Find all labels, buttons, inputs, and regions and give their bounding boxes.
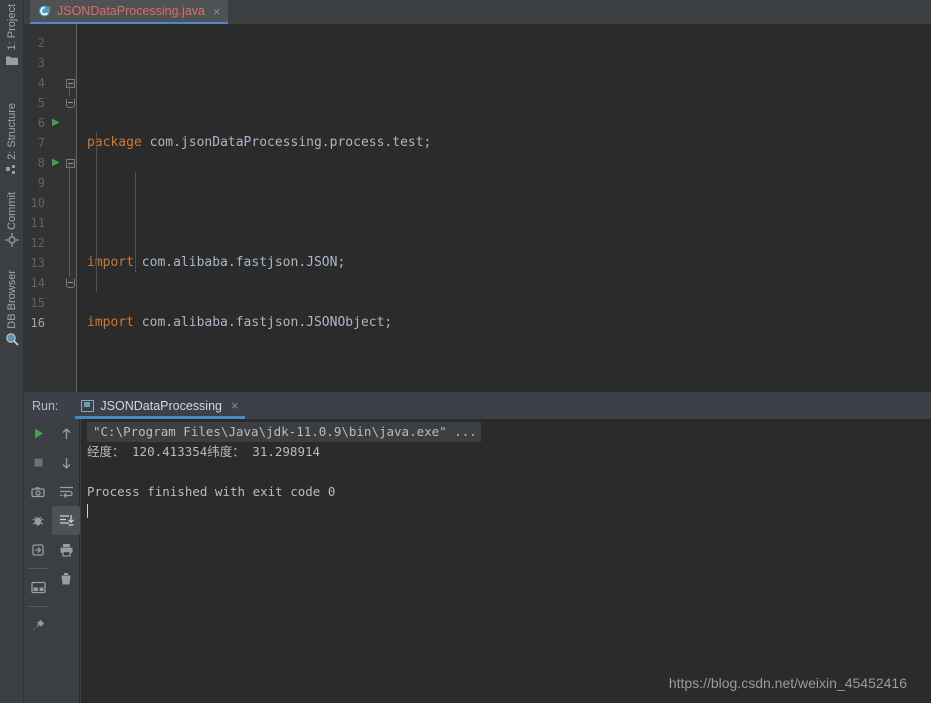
console-line-command: "C:\Program Files\Java\jdk-11.0.9\bin\ja… <box>81 422 931 442</box>
line-number: 14 <box>30 276 45 290</box>
sidebar-item-label: Commit <box>6 192 18 230</box>
fold-icon-method-end[interactable] <box>65 273 76 293</box>
trash-icon <box>59 572 73 586</box>
line-number: 12 <box>30 236 45 250</box>
fold-icon-imports[interactable] <box>65 73 76 93</box>
stop-icon <box>32 456 45 469</box>
console-caret-line <box>81 502 931 522</box>
run-tool-window: Run: JSONDataProcessing × "C:\Program Fi… <box>24 392 931 703</box>
run-class-icon[interactable]: ▶ <box>52 113 62 133</box>
line-number: 9 <box>37 176 45 190</box>
line-number: 5 <box>37 96 45 110</box>
line-number: 10 <box>30 196 45 210</box>
sidebar-item-project[interactable]: 1: Project <box>0 4 24 67</box>
line-number: 11 <box>30 216 45 230</box>
watermark-text: https://blog.csdn.net/weixin_45452416 <box>668 675 907 691</box>
commit-icon <box>5 232 19 247</box>
sidebar-item-label: 2: Structure <box>6 103 18 160</box>
scroll-to-end-button[interactable] <box>52 506 80 535</box>
toolbar-separator <box>28 568 48 569</box>
fold-icon-imports-end[interactable] <box>65 93 76 113</box>
close-icon[interactable]: × <box>228 399 239 412</box>
run-tab-title: JSONDataProcessing <box>100 398 222 413</box>
scroll-to-end-icon <box>59 514 74 527</box>
line-number-current: 16 <box>30 316 45 330</box>
line-number: 2 <box>37 36 45 50</box>
database-browser-icon <box>5 332 19 346</box>
line-number: 4 <box>37 76 45 90</box>
soft-wrap-icon <box>59 485 74 498</box>
run-label: Run: <box>32 398 59 413</box>
editor-tab-bar: JSONDataProcessing.java × <box>24 0 931 24</box>
up-the-stack-trace-button[interactable] <box>52 419 80 448</box>
text-caret <box>87 504 88 518</box>
line-number: 15 <box>30 296 45 310</box>
editor-gutter[interactable]: 2 3 4 5 6 7 8 9 10 11 12 13 14 15 16 ▶ ▶ <box>24 24 77 392</box>
arrow-up-icon <box>60 427 73 441</box>
close-icon[interactable]: × <box>210 5 221 18</box>
code-line-text: package com.jsonDataProcessing.process.t… <box>87 135 432 150</box>
soft-wrap-button[interactable] <box>52 477 80 506</box>
java-class-icon <box>38 4 52 18</box>
pin-icon <box>31 618 46 633</box>
line-number: 6 <box>37 116 45 130</box>
play-icon <box>32 427 45 440</box>
line-number: 8 <box>37 156 45 170</box>
pin-tab-button[interactable] <box>24 611 52 640</box>
sidebar-item-label: 1: Project <box>6 4 18 51</box>
left-tool-window-stripe: 1: Project 2: Structure Commit DB Browse… <box>0 0 24 703</box>
structure-icon <box>5 163 19 177</box>
rerun-button[interactable] <box>24 419 52 448</box>
bug-icon <box>31 514 45 528</box>
screenshot-button[interactable] <box>24 477 52 506</box>
code-line-4: import com.alibaba.fastjson.JSONObject; <box>87 315 393 330</box>
editor-tab-title: JSONDataProcessing.java <box>57 4 205 18</box>
fold-region-bar <box>69 162 70 276</box>
print-button[interactable] <box>52 535 80 564</box>
console-line-output: 经度： 120.413354纬度： 31.298914 <box>87 444 321 459</box>
camera-icon <box>31 485 45 499</box>
run-toolbar-primary <box>24 419 52 703</box>
code-editor[interactable]: 2 3 4 5 6 7 8 9 10 11 12 13 14 15 16 ▶ ▶ <box>24 24 931 392</box>
line-number: 7 <box>37 136 45 150</box>
import-button[interactable] <box>24 535 52 564</box>
sidebar-item-db-browser[interactable]: DB Browser <box>0 270 24 346</box>
console-line-exit: Process finished with exit code 0 <box>87 484 336 499</box>
stop-button[interactable] <box>24 448 52 477</box>
run-tab-jsondataprocessing[interactable]: JSONDataProcessing × <box>75 392 245 419</box>
layout-icon <box>30 581 46 594</box>
code-line-3: import com.alibaba.fastjson.JSON; <box>87 255 346 270</box>
toolbar-separator <box>28 606 48 607</box>
folder-icon <box>5 53 19 67</box>
console-line-text: "C:\Program Files\Java\jdk-11.0.9\bin\ja… <box>87 422 481 442</box>
fold-region-bar <box>69 82 70 96</box>
run-configuration-icon <box>81 399 95 412</box>
indent-guide <box>135 172 136 272</box>
line-number: 3 <box>37 56 45 70</box>
import-arrow-icon <box>31 543 45 557</box>
layout-button[interactable] <box>24 573 52 602</box>
indent-guide <box>96 132 97 292</box>
line-number: 13 <box>30 256 45 270</box>
attach-debugger-button[interactable] <box>24 506 52 535</box>
idea-window: 1: Project 2: Structure Commit DB Browse… <box>0 0 931 703</box>
fold-icon-method[interactable] <box>65 153 76 173</box>
console-output[interactable]: "C:\Program Files\Java\jdk-11.0.9\bin\ja… <box>81 419 931 703</box>
arrow-down-icon <box>60 456 73 470</box>
down-the-stack-trace-button[interactable] <box>52 448 80 477</box>
sidebar-item-commit[interactable]: Commit <box>0 192 24 247</box>
run-method-icon[interactable]: ▶ <box>52 153 62 173</box>
run-toolbar-console <box>52 419 80 703</box>
clear-all-button[interactable] <box>52 564 80 593</box>
printer-icon <box>59 543 74 557</box>
code-line-1: package com.jsonDataProcessing.process.t… <box>77 133 931 153</box>
sidebar-item-label: DB Browser <box>6 270 18 329</box>
run-tool-window-header: Run: JSONDataProcessing × <box>24 392 931 419</box>
sidebar-item-structure[interactable]: 2: Structure <box>0 103 24 177</box>
editor-tab-jsondataprocessing[interactable]: JSONDataProcessing.java × <box>30 0 228 24</box>
code-text-area[interactable]: package com.jsonDataProcessing.process.t… <box>77 24 931 392</box>
